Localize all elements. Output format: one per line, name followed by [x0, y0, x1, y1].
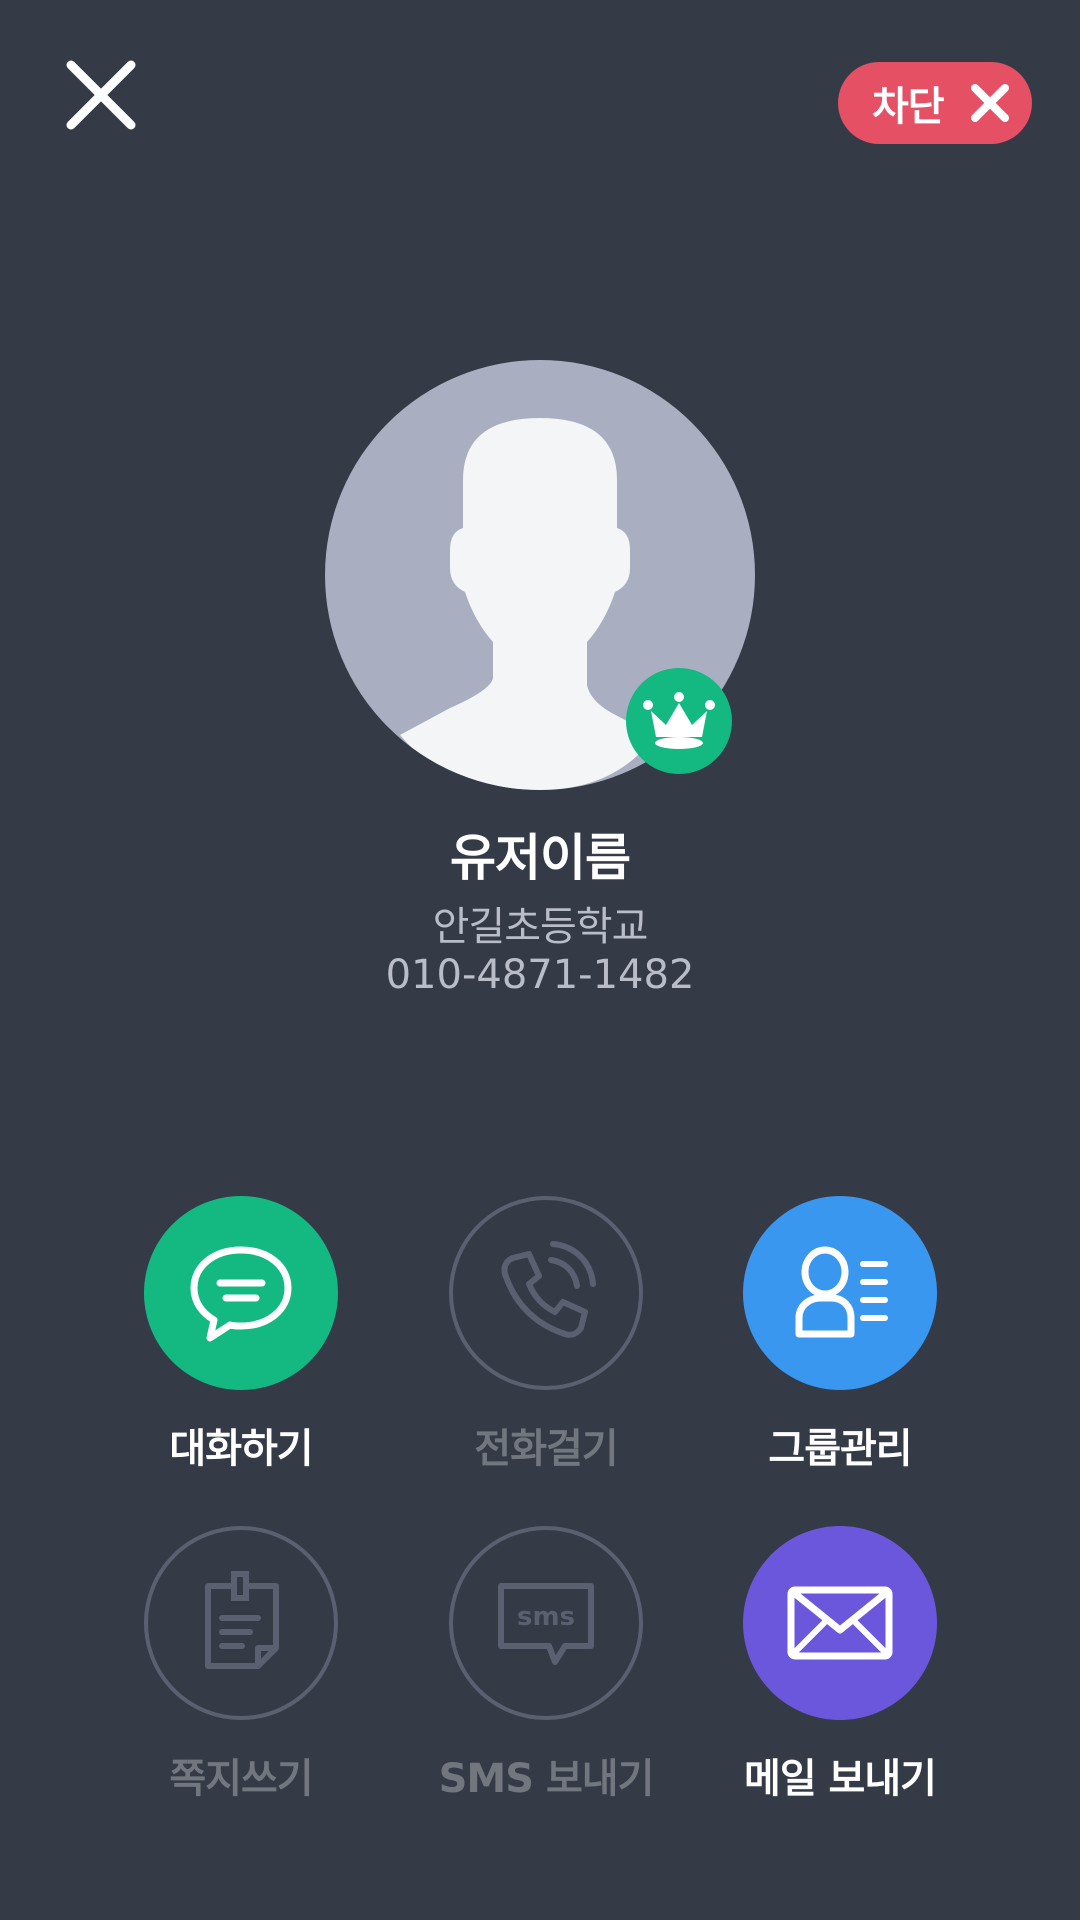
note-label: 쪽지쓰기 [169, 1756, 313, 1802]
sms-button[interactable]: sms [449, 1526, 643, 1720]
close-icon [66, 60, 136, 130]
call-button[interactable] [449, 1196, 643, 1390]
call-action[interactable]: 전화걸기 [396, 1196, 696, 1516]
user-name: 유저이름 [450, 829, 631, 887]
note-action[interactable]: 쪽지쓰기 [91, 1526, 391, 1846]
mail-label: 메일 보내기 [744, 1756, 937, 1802]
group-manage-label: 그룹관리 [768, 1426, 912, 1472]
user-school: 안길초등학교 [432, 904, 649, 950]
call-label: 전화걸기 [474, 1426, 618, 1472]
crown-icon [643, 692, 715, 749]
x-icon [968, 81, 1012, 125]
group-manage-button[interactable] [743, 1196, 937, 1390]
chat-label: 대화하기 [169, 1426, 313, 1472]
block-label: 차단 [872, 84, 945, 130]
sms-icon: sms [498, 1583, 594, 1665]
group-manage-action[interactable]: 그룹관리 [690, 1196, 990, 1516]
note-button[interactable] [144, 1526, 338, 1720]
sms-label: SMS 보내기 [438, 1756, 655, 1802]
chat-button[interactable] [144, 1196, 338, 1390]
user-phone: 010-4871-1482 [385, 952, 695, 998]
sms-icon-text: sms [517, 1602, 575, 1632]
mail-button[interactable] [743, 1526, 937, 1720]
phone-icon [501, 1241, 596, 1338]
note-icon [205, 1571, 279, 1669]
sms-action[interactable]: sms SMS 보내기 [396, 1526, 696, 1846]
chat-bubble-icon [190, 1246, 292, 1342]
block-button[interactable]: 차단 [838, 62, 1032, 144]
group-manage-icon [795, 1246, 888, 1338]
chat-action[interactable]: 대화하기 [91, 1196, 391, 1516]
mail-action[interactable]: 메일 보내기 [690, 1526, 990, 1846]
close-button[interactable] [56, 50, 146, 140]
crown-badge [626, 668, 732, 774]
mail-icon [787, 1586, 893, 1660]
